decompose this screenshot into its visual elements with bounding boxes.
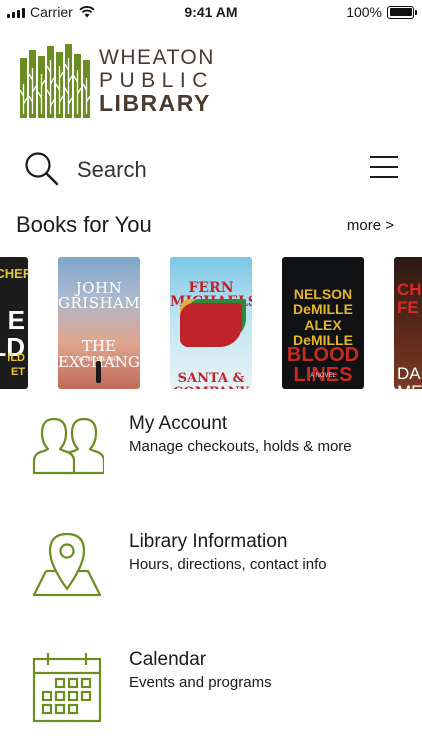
book-title: BLOOD LINES <box>286 344 360 386</box>
search-bar[interactable]: Search <box>0 145 422 193</box>
menu-subtitle: Hours, directions, contact info <box>129 556 327 573</box>
logo-line-library: LIBRARY <box>99 90 211 116</box>
book-cover[interactable]: ACHER E LD ILD ET <box>0 257 28 389</box>
battery-percent: 100% <box>346 4 382 20</box>
menu-item-my-account[interactable]: My Account Manage checkouts, holds & mor… <box>0 405 422 495</box>
search-icon[interactable] <box>24 151 60 187</box>
status-bar: Carrier 9:41 AM 100% <box>0 0 422 24</box>
book-author: CH FE <box>397 280 422 317</box>
map-pin-icon <box>32 532 102 597</box>
search-label[interactable]: Search <box>77 157 147 183</box>
book-title: SANTA & COMPANY <box>173 371 249 389</box>
menu-subtitle: Events and programs <box>129 674 272 691</box>
books-carousel[interactable]: ACHER E LD ILD ET JOHN GRISHAM THE EXCHA… <box>0 257 422 391</box>
book-figure <box>96 361 101 383</box>
library-logo[interactable]: WHEATON PUBLIC LIBRARY <box>20 44 215 118</box>
book-cover[interactable]: JOHN GRISHAM THE EXCHANGE AFTER THE FIRM <box>58 257 140 389</box>
menu-item-library-information[interactable]: Library Information Hours, directions, c… <box>0 523 422 613</box>
menu-title: My Account <box>129 413 228 434</box>
book-extra: A NOVEL <box>310 373 336 379</box>
battery-fill <box>389 8 412 16</box>
book-cover[interactable]: NELSON DeMILLE ALEX DeMILLE BLOOD LINES … <box>282 257 364 389</box>
more-books-link[interactable]: more > <box>347 217 394 234</box>
users-icon <box>32 417 104 475</box>
menu-title: Calendar <box>129 649 207 670</box>
sleigh-illustration <box>180 303 242 347</box>
battery-icon <box>387 5 417 19</box>
menu-item-calendar[interactable]: Calendar Events and programs <box>0 641 422 731</box>
hamburger-menu-icon[interactable] <box>370 155 398 179</box>
book-title: DA ME <box>397 364 422 389</box>
calendar-icon <box>32 653 102 723</box>
status-right: 100% <box>346 4 417 20</box>
book-cover[interactable]: FERN MICHAELS SANTA & COMPANY <box>170 257 252 389</box>
book-author: JOHN GRISHAM <box>58 279 140 313</box>
book-cover[interactable]: CH FE DA ME <box>394 257 422 389</box>
logo-line-wheaton: WHEATON <box>99 46 215 69</box>
books-for-you-title: Books for You <box>16 212 152 237</box>
library-logo-text: WHEATON PUBLIC LIBRARY <box>99 47 215 115</box>
book-author: ACHER <box>0 266 28 281</box>
menu-title: Library Information <box>129 531 288 552</box>
library-logo-mark <box>20 44 91 118</box>
menu-subtitle: Manage checkouts, holds & more <box>129 438 352 455</box>
logo-line-public: PUBLIC <box>99 69 214 92</box>
book-extra: ILD ET <box>7 352 25 379</box>
